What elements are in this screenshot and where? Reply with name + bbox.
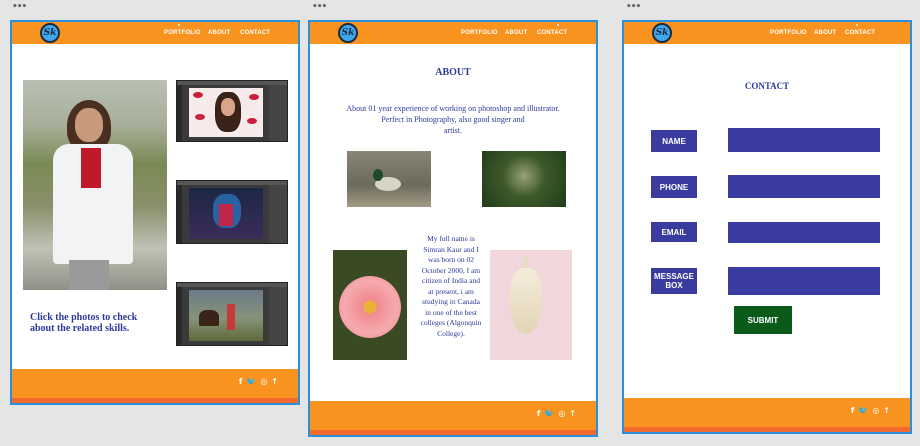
artboard-menu-icon[interactable]: ••• [626,2,641,12]
artboard-about[interactable]: Sk PORTFOLIO ABOUT CONTACT ABOUT About 0… [308,20,598,437]
artboard-contact[interactable]: Sk PORTFOLIO ABOUT CONTACT CONTACT NAME … [622,20,912,434]
name-field[interactable] [728,128,880,152]
footer: f 🐦 ◎ ↑ [624,398,910,432]
social-links: f 🐦 ◎ ↑ [851,406,890,415]
photoshop-work-2[interactable] [176,180,288,244]
nav-contact[interactable]: CONTACT [845,30,875,36]
back-to-top-icon[interactable]: ↑ [569,409,576,418]
contact-title: CONTACT [744,81,790,91]
phone-field[interactable] [728,175,880,198]
email-field[interactable] [728,222,880,243]
nav-portfolio[interactable]: PORTFOLIO [770,30,807,36]
nav-indicator-dot [557,24,559,26]
email-label: EMAIL [651,222,697,242]
phone-label: PHONE [651,176,697,198]
about-title: ABOUT [435,67,471,78]
about-intro-line-3: artist. [444,126,462,135]
flower-photo[interactable] [333,250,407,360]
header-bar: Sk PORTFOLIO ABOUT CONTACT [310,22,596,44]
social-links: f 🐦 ◎ ↑ [537,409,576,418]
name-label: NAME [651,130,697,152]
artboard-menu-icon[interactable]: ••• [312,2,327,12]
portrait-legs [69,260,109,290]
back-to-top-icon[interactable]: ↑ [271,377,278,386]
message-box-label: MESSAGE BOX [651,268,697,294]
portfolio-caption: Click the photos to check about the rela… [30,312,138,334]
portrait-photo[interactable] [23,80,167,290]
artboard-portfolio[interactable]: Sk PORTFOLIO ABOUT CONTACT Click the pho… [10,20,300,405]
instagram-icon[interactable]: ◎ [260,377,267,386]
social-links: f 🐦 ◎ ↑ [239,377,278,386]
about-bio: My full name is Simran Kaur and I was bo… [420,234,482,338]
nav-indicator-dot [178,24,180,26]
twitter-icon[interactable]: 🐦 [544,409,554,418]
nav-about[interactable]: ABOUT [505,30,527,36]
nav-portfolio[interactable]: PORTFOLIO [461,30,498,36]
nav-indicator-dot [856,24,858,26]
portrait-scarf [81,148,101,188]
chandelier-photo[interactable] [490,250,572,360]
about-intro: About 01 year experience of working on p… [330,103,576,136]
logo[interactable]: Sk [652,23,672,43]
facebook-icon[interactable]: f [851,406,854,415]
footer: f 🐦 ◎ ↑ [12,369,298,403]
nav-contact[interactable]: CONTACT [537,30,567,36]
submit-button[interactable]: SUBMIT [734,306,792,334]
portrait-face [75,108,103,142]
logo[interactable]: Sk [338,23,358,43]
nav-contact[interactable]: CONTACT [240,30,270,36]
photoshop-work-1[interactable] [176,80,288,142]
header-bar: Sk PORTFOLIO ABOUT CONTACT [624,22,910,44]
nav-about[interactable]: ABOUT [208,30,230,36]
nav-about[interactable]: ABOUT [814,30,836,36]
instagram-icon[interactable]: ◎ [872,406,879,415]
about-intro-line-2: Perfect in Photography, also good singer… [381,115,525,124]
back-to-top-icon[interactable]: ↑ [883,406,890,415]
photoshop-work-3[interactable] [176,282,288,346]
logo[interactable]: Sk [40,23,60,43]
twitter-icon[interactable]: 🐦 [246,377,256,386]
artboard-menu-icon[interactable]: ••• [12,2,27,12]
twitter-icon[interactable]: 🐦 [858,406,868,415]
about-intro-line-1: About 01 year experience of working on p… [346,104,560,113]
footer: f 🐦 ◎ ↑ [310,401,596,435]
duck-photo[interactable] [347,151,431,207]
header-bar: Sk PORTFOLIO ABOUT CONTACT [12,22,298,44]
plant-photo[interactable] [482,151,566,207]
message-box-field[interactable] [728,267,880,295]
facebook-icon[interactable]: f [239,377,242,386]
nav-portfolio[interactable]: PORTFOLIO [164,30,201,36]
facebook-icon[interactable]: f [537,409,540,418]
instagram-icon[interactable]: ◎ [558,409,565,418]
